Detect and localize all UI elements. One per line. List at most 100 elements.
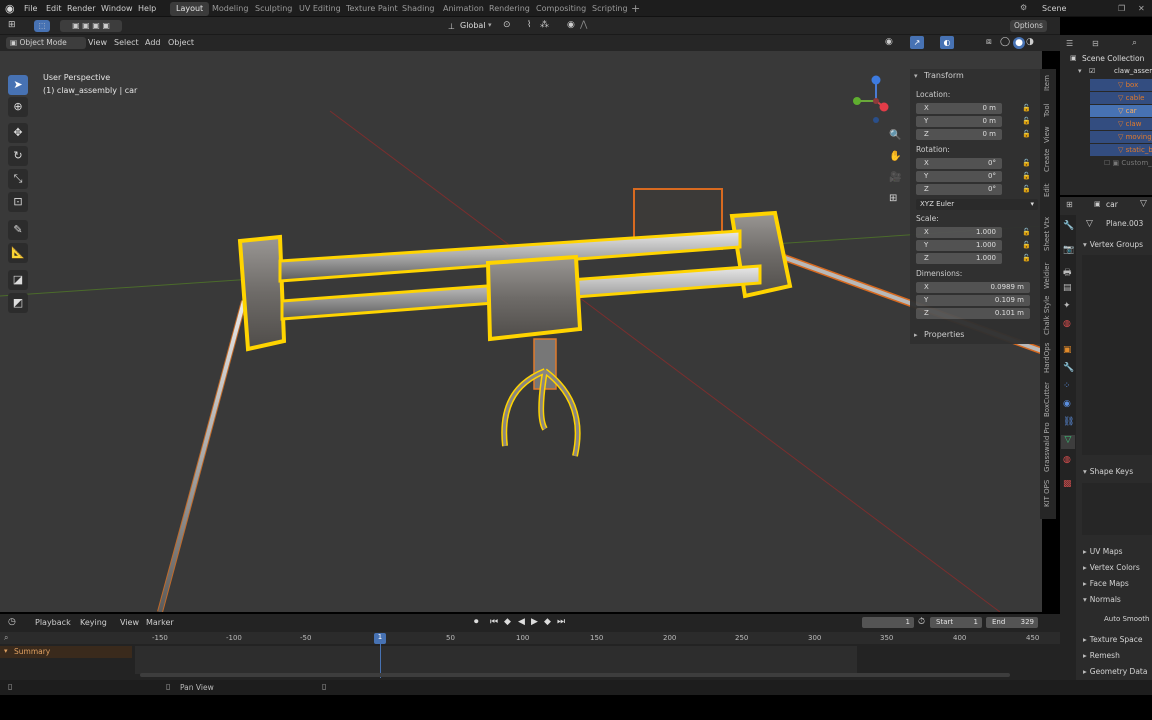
scene-tab-icon[interactable]: ✦ bbox=[1063, 301, 1071, 311]
search-icon[interactable]: ⌕ bbox=[4, 633, 8, 643]
texture-tab-icon[interactable]: ▩ bbox=[1063, 479, 1072, 489]
properties-section-title[interactable]: Properties bbox=[924, 330, 964, 339]
dimensions-x-field[interactable]: X 0.0989 m bbox=[916, 282, 1030, 293]
face-maps-panel[interactable]: ▸ Face Maps bbox=[1083, 579, 1129, 588]
dimensions-y-field[interactable]: Y 0.109 m bbox=[916, 295, 1030, 306]
world-tab-icon[interactable]: ◍ bbox=[1063, 319, 1071, 329]
menu-render[interactable]: Render bbox=[67, 4, 95, 13]
lock-location-y-icon[interactable]: 🔓 bbox=[1022, 117, 1031, 126]
frame-range-area[interactable] bbox=[135, 646, 857, 674]
xray-icon[interactable]: ⧈ bbox=[986, 37, 992, 47]
tab-modeling[interactable]: Modeling bbox=[206, 2, 254, 16]
remesh-panel[interactable]: ▸ Remesh bbox=[1083, 651, 1120, 660]
marker-menu[interactable]: Marker bbox=[146, 618, 174, 627]
tab-shading[interactable]: Shading bbox=[396, 2, 441, 16]
timeline-editor-icon[interactable]: ◷ bbox=[8, 617, 16, 627]
outliner-item-custom[interactable]: ☐ ▣ Custom_sh bbox=[1090, 157, 1152, 169]
overlays-toggle-icon[interactable]: ◐ bbox=[940, 36, 954, 49]
constraints-tab-icon[interactable]: ⛓ bbox=[1063, 417, 1074, 427]
root-checkbox-icon[interactable]: ☑ bbox=[1089, 67, 1095, 75]
outliner-item-car[interactable]: ▽ car bbox=[1090, 105, 1152, 117]
jump-start-icon[interactable]: ⏮ bbox=[490, 617, 498, 627]
menu-file[interactable]: File bbox=[24, 4, 37, 13]
tab-texture-paint[interactable]: Texture Paint bbox=[340, 2, 404, 16]
object-mode-select[interactable]: ▣ Object Mode bbox=[6, 37, 86, 49]
outliner-item-cable[interactable]: ▽ cable bbox=[1090, 92, 1152, 104]
rotation-x-field[interactable]: X 0° bbox=[916, 158, 1002, 169]
dimensions-z-field[interactable]: Z 0.101 m bbox=[916, 308, 1030, 319]
scene-name[interactable]: Scene bbox=[1042, 4, 1066, 13]
lock-scale-z-icon[interactable]: 🔓 bbox=[1022, 254, 1031, 263]
play-reverse-icon[interactable]: ◀ bbox=[518, 617, 525, 627]
shading-wireframe-icon[interactable]: ◯ bbox=[1000, 37, 1010, 47]
view-menu[interactable]: View bbox=[88, 38, 107, 47]
properties-object-name[interactable]: car bbox=[1106, 200, 1118, 209]
material-tab-icon[interactable]: ◍ bbox=[1063, 455, 1071, 465]
scale-x-field[interactable]: X 1.000 bbox=[916, 227, 1002, 238]
texture-space-panel[interactable]: ▸ Texture Space bbox=[1083, 635, 1142, 644]
stopwatch-icon[interactable]: ⏱ bbox=[918, 617, 925, 627]
editor-type-icon[interactable]: ⊞ bbox=[8, 20, 16, 30]
pivot-icon[interactable]: ⊙ bbox=[503, 20, 511, 30]
tab-rendering[interactable]: Rendering bbox=[483, 2, 536, 16]
visibility-icon[interactable]: ◉ bbox=[885, 37, 893, 47]
blender-logo-icon[interactable]: ◉ bbox=[5, 3, 17, 15]
tool-cursor[interactable]: ⊕ bbox=[8, 97, 28, 117]
vertex-colors-panel[interactable]: ▸ Vertex Colors bbox=[1083, 563, 1140, 572]
selection-mode-icons[interactable]: ▣ ▣ ▣ ▣ bbox=[60, 20, 122, 32]
tab-create[interactable]: Create bbox=[1043, 149, 1051, 172]
rotation-z-field[interactable]: Z 0° bbox=[916, 184, 1002, 195]
menu-window[interactable]: Window bbox=[101, 4, 133, 13]
prev-keyframe-icon[interactable]: ◆ bbox=[504, 617, 511, 627]
start-frame-field[interactable]: Start 1 bbox=[930, 617, 982, 628]
lock-location-x-icon[interactable]: 🔓 bbox=[1022, 104, 1031, 113]
camera-icon[interactable]: 🎥 bbox=[889, 172, 901, 183]
scene-collection-label[interactable]: Scene Collection bbox=[1082, 54, 1144, 63]
tool-rotate[interactable]: ↻ bbox=[8, 146, 28, 166]
tab-chalk-style[interactable]: Chalk Style bbox=[1043, 296, 1051, 335]
location-z-field[interactable]: Z 0 m bbox=[916, 129, 1002, 140]
tab-sculpting[interactable]: Sculpting bbox=[249, 2, 298, 16]
physics-tab-icon[interactable]: ◉ bbox=[1063, 399, 1071, 409]
mesh-name[interactable]: Plane.003 bbox=[1106, 219, 1143, 228]
zoom-icon[interactable]: 🔍 bbox=[889, 130, 901, 141]
particles-tab-icon[interactable]: ⁘ bbox=[1063, 381, 1071, 391]
keying-menu[interactable]: Keying bbox=[80, 618, 107, 627]
root-collection-label[interactable]: claw_assembly bbox=[1114, 67, 1152, 75]
remove-scene-icon[interactable]: ✕ bbox=[1138, 4, 1145, 13]
vertex-groups-list[interactable] bbox=[1082, 255, 1152, 455]
end-frame-field[interactable]: End 329 bbox=[986, 617, 1038, 628]
snap-icon[interactable]: ⌇ bbox=[527, 20, 531, 30]
object-tab-icon[interactable]: ▣ bbox=[1063, 345, 1072, 355]
tool-extra[interactable]: ◩ bbox=[8, 293, 28, 313]
outliner-item-claw[interactable]: ▽ claw bbox=[1090, 118, 1152, 130]
tab-boxcutter[interactable]: BoxCutter bbox=[1043, 382, 1051, 417]
tab-tool[interactable]: Tool bbox=[1043, 103, 1051, 117]
add-menu[interactable]: Add bbox=[145, 38, 161, 47]
timeline-scrollbar[interactable] bbox=[140, 673, 1010, 677]
next-keyframe-icon[interactable]: ◆ bbox=[544, 617, 551, 627]
shading-material-icon[interactable]: ◑ bbox=[1026, 37, 1034, 47]
normals-panel[interactable]: ▾ Normals bbox=[1083, 595, 1121, 604]
transform-section-title[interactable]: Transform bbox=[924, 71, 964, 80]
tab-edit[interactable]: Edit bbox=[1043, 183, 1051, 197]
timeline-view-menu[interactable]: View bbox=[120, 618, 139, 627]
tab-sheet-vtx[interactable]: Sheet Vtx bbox=[1043, 217, 1051, 251]
tab-layout[interactable]: Layout bbox=[170, 2, 210, 16]
record-icon[interactable]: ⏺ bbox=[474, 617, 479, 627]
tool-select-box[interactable]: ➤ bbox=[8, 75, 28, 95]
tab-kit-ops[interactable]: KIT OPS bbox=[1043, 480, 1051, 507]
lock-rotation-y-icon[interactable]: 🔓 bbox=[1022, 172, 1031, 181]
3d-viewport[interactable]: User Perspective (1) claw_assembly | car… bbox=[0, 51, 1042, 612]
outliner-item-static-bars[interactable]: ▽ static_bars bbox=[1090, 144, 1152, 156]
playhead-frame[interactable]: 1 bbox=[374, 633, 386, 644]
select-box-icon[interactable]: ⬚ bbox=[34, 20, 50, 32]
rotation-y-field[interactable]: Y 0° bbox=[916, 171, 1002, 182]
play-icon[interactable]: ▶ bbox=[531, 617, 538, 627]
playback-menu[interactable]: Playback bbox=[35, 618, 71, 627]
navigation-gizmo[interactable] bbox=[848, 73, 898, 123]
object-menu[interactable]: Object bbox=[168, 38, 194, 47]
properties-editor-icon[interactable]: ⊞ bbox=[1066, 200, 1073, 209]
rotation-mode-select[interactable]: XYZ Euler ▾ bbox=[916, 199, 1038, 210]
tool-tab-icon[interactable]: 🔧 bbox=[1063, 221, 1074, 231]
